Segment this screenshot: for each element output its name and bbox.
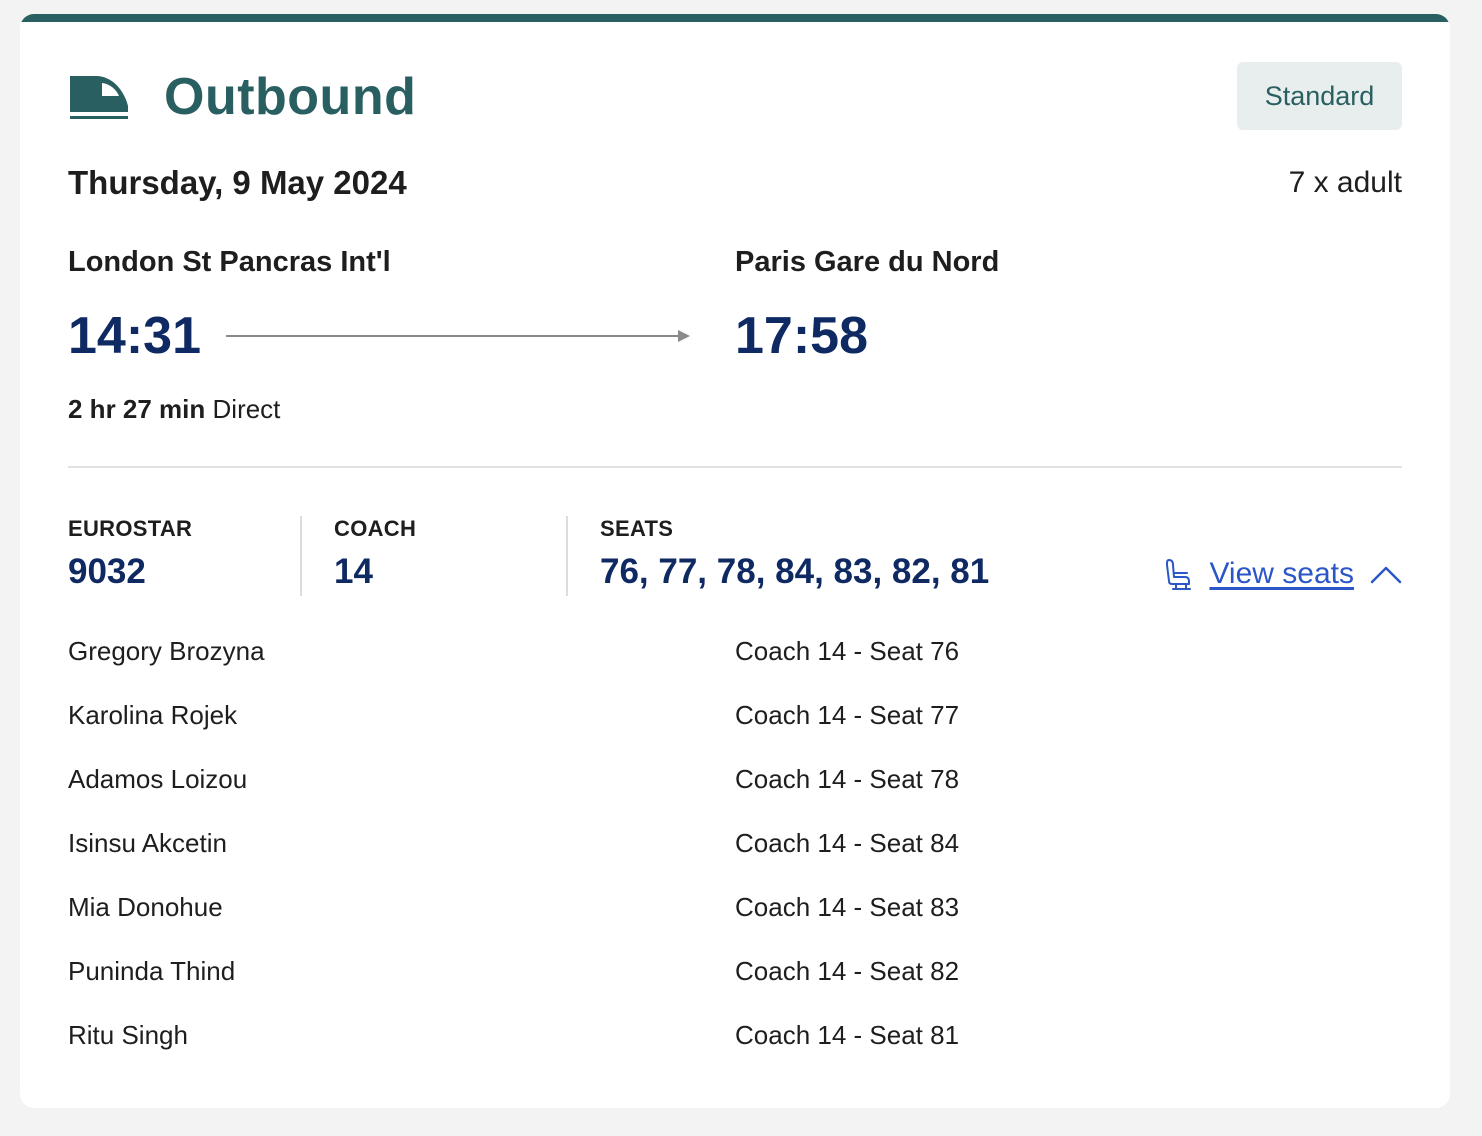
arrival-time: 17:58 <box>735 307 868 365</box>
passenger-name: Karolina Rojek <box>68 700 238 730</box>
journey-duration: 2 hr 27 min Direct <box>68 394 280 425</box>
seat-icon <box>1166 559 1192 590</box>
seats-label: SEATS <box>600 516 674 541</box>
list-item: Puninda Thind Coach 14 - Seat 82 <box>68 950 1402 1014</box>
passenger-seat-list: Gregory Brozyna Coach 14 - Seat 76 Karol… <box>68 630 1402 1078</box>
list-item: Isinsu Akcetin Coach 14 - Seat 84 <box>68 822 1402 886</box>
chevron-up-icon[interactable] <box>1370 564 1402 584</box>
passenger-count: 7 x adult <box>1288 166 1402 199</box>
outbound-journey-card: Outbound Standard Thursday, 9 May 2024 7… <box>20 14 1450 1108</box>
departure-time: 14:31 <box>68 307 201 365</box>
stops-value: Direct <box>212 394 281 424</box>
section-divider <box>68 466 1402 468</box>
card-header: Outbound <box>68 66 416 128</box>
passenger-name: Gregory Brozyna <box>68 636 265 666</box>
coach-label: COACH <box>334 516 417 541</box>
train-info: EUROSTAR 9032 <box>68 516 192 596</box>
journey-arrow-icon <box>226 330 690 342</box>
passenger-seat: Coach 14 - Seat 81 <box>735 1020 960 1050</box>
passenger-seat: Coach 14 - Seat 76 <box>735 636 960 666</box>
passenger-seat: Coach 14 - Seat 77 <box>735 700 960 730</box>
list-item: Gregory Brozyna Coach 14 - Seat 76 <box>68 630 1402 694</box>
fare-class-badge: Standard <box>1237 62 1402 130</box>
passenger-name: Ritu Singh <box>68 1020 188 1050</box>
coach-info: COACH 14 <box>334 516 416 596</box>
duration-value: 2 hr 27 min <box>68 394 206 424</box>
page-title: Outbound <box>164 68 417 126</box>
list-item: Adamos Loizou Coach 14 - Seat 78 <box>68 758 1402 822</box>
passenger-name: Isinsu Akcetin <box>68 828 227 858</box>
passenger-seat: Coach 14 - Seat 83 <box>735 892 960 922</box>
train-label: EUROSTAR <box>68 516 193 541</box>
list-item: Mia Donohue Coach 14 - Seat 83 <box>68 886 1402 950</box>
train-number: 9032 <box>68 552 146 591</box>
passenger-name: Puninda Thind <box>68 956 236 986</box>
train-icon <box>68 69 132 125</box>
destination-station: Paris Gare du Nord <box>735 246 1000 278</box>
passenger-seat: Coach 14 - Seat 78 <box>735 764 960 794</box>
passenger-name: Mia Donohue <box>68 892 223 922</box>
column-divider <box>566 516 568 596</box>
list-item: Karolina Rojek Coach 14 - Seat 77 <box>68 694 1402 758</box>
travel-date: Thursday, 9 May 2024 <box>68 164 407 201</box>
passenger-name: Adamos Loizou <box>68 764 248 794</box>
origin-station: London St Pancras Int'l <box>68 246 391 278</box>
passenger-seat: Coach 14 - Seat 82 <box>735 956 960 986</box>
view-seats-toggle[interactable]: View seats <box>1163 552 1402 596</box>
list-item: Ritu Singh Coach 14 - Seat 81 <box>68 1014 1402 1078</box>
coach-number: 14 <box>334 552 373 591</box>
seats-info: SEATS 76, 77, 78, 84, 83, 82, 81 <box>600 516 989 596</box>
column-divider <box>300 516 302 596</box>
passenger-seat: Coach 14 - Seat 84 <box>735 828 960 858</box>
view-seats-link[interactable]: View seats <box>1209 557 1354 591</box>
card-accent-bar <box>20 14 1450 22</box>
seats-list: 76, 77, 78, 84, 83, 82, 81 <box>600 552 990 591</box>
